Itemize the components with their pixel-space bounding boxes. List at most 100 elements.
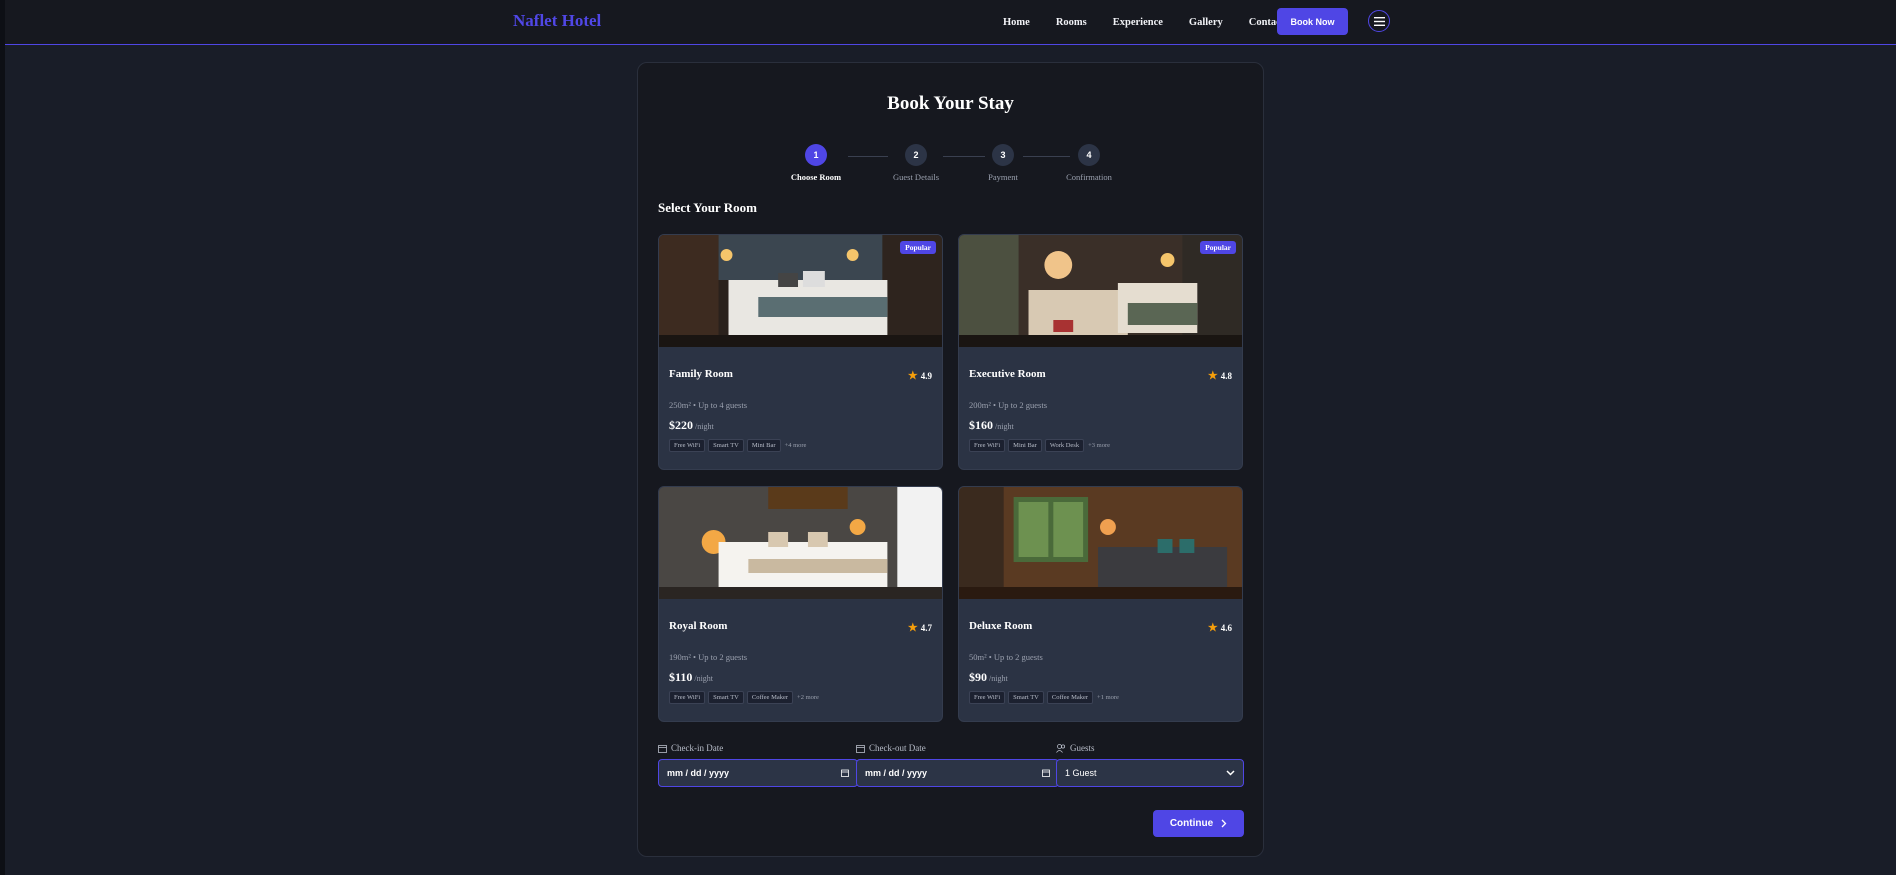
star-icon: ★ bbox=[907, 370, 918, 382]
book-now-button[interactable]: Book Now bbox=[1277, 8, 1348, 35]
nav-link-gallery[interactable]: Gallery bbox=[1189, 17, 1223, 28]
step-label: Confirmation bbox=[1066, 172, 1112, 182]
price-value: $90 bbox=[969, 670, 987, 684]
room-price: $220/night bbox=[669, 418, 714, 433]
checkin-label: Check-in Date bbox=[658, 743, 723, 753]
room-photo bbox=[959, 487, 1242, 599]
room-card-deluxe[interactable]: Deluxe Room ★ 4.6 50m² • Up to 2 guests $… bbox=[958, 486, 1243, 722]
calendar-icon bbox=[658, 744, 667, 753]
amenity-tag: Smart TV bbox=[1008, 691, 1044, 704]
step-number: 4 bbox=[1078, 144, 1100, 166]
amenity-tag: Coffee Maker bbox=[746, 691, 794, 704]
star-icon: ★ bbox=[1207, 622, 1218, 634]
continue-label: Continue bbox=[1169, 818, 1214, 829]
chevron-down-icon bbox=[1226, 770, 1235, 776]
popular-badge: Popular bbox=[900, 241, 936, 254]
users-icon bbox=[1056, 743, 1066, 753]
room-price: $160/night bbox=[969, 418, 1014, 433]
section-title: Select Your Room bbox=[658, 200, 757, 215]
checkin-value: mm / dd / yyyy bbox=[667, 768, 730, 778]
amenities-list: Free WiFi Smart TV Mini Bar +4 more bbox=[669, 439, 806, 452]
guests-value: 1 Guest bbox=[1065, 768, 1097, 778]
per-night-label: /night bbox=[694, 674, 714, 683]
amenity-tag: Free WiFi bbox=[669, 691, 706, 704]
calendar-icon bbox=[856, 744, 865, 753]
page-title: Book Your Stay bbox=[887, 93, 1014, 114]
step-number: 1 bbox=[805, 144, 827, 166]
window-edge bbox=[0, 0, 5, 875]
price-value: $220 bbox=[669, 418, 693, 432]
star-icon: ★ bbox=[907, 622, 918, 634]
room-meta: 190m² • Up to 2 guests bbox=[669, 652, 748, 662]
step-confirmation[interactable]: 4 Confirmation bbox=[1039, 144, 1139, 182]
rating-value: 4.6 bbox=[1220, 622, 1232, 633]
room-rating: ★ 4.9 bbox=[908, 369, 932, 382]
nav-link-home[interactable]: Home bbox=[1003, 17, 1030, 28]
guests-select[interactable]: 1 Guest bbox=[1056, 759, 1244, 787]
amenity-tag: Smart TV bbox=[708, 691, 744, 704]
more-amenities: +3 more bbox=[1088, 442, 1110, 449]
room-price: $110/night bbox=[669, 670, 713, 685]
room-meta: 50m² • Up to 2 guests bbox=[969, 652, 1043, 662]
checkout-value: mm / dd / yyyy bbox=[865, 768, 928, 778]
room-card-family[interactable]: Popular Family Room ★ 4.9 250m² • Up to 4… bbox=[658, 234, 943, 470]
amenity-tag: Work Desk bbox=[1044, 439, 1085, 452]
nav-links: Home Rooms Experience Gallery Contact bbox=[1003, 0, 1310, 44]
nav-link-rooms[interactable]: Rooms bbox=[1056, 17, 1087, 28]
more-amenities: +4 more bbox=[784, 442, 807, 449]
amenity-tag: Free WiFi bbox=[969, 691, 1006, 704]
price-value: $160 bbox=[969, 418, 993, 432]
amenity-tag: Free WiFi bbox=[669, 439, 706, 452]
room-rating: ★ 4.6 bbox=[1208, 621, 1232, 634]
chevron-right-icon bbox=[1221, 819, 1227, 828]
step-label: Guest Details bbox=[892, 172, 940, 182]
rating-value: 4.9 bbox=[920, 370, 932, 381]
amenities-list: Free WiFi Smart TV Coffee Maker +2 more bbox=[669, 691, 819, 704]
continue-button[interactable]: Continue bbox=[1153, 810, 1244, 837]
brand-logo[interactable]: Naflet Hotel bbox=[513, 11, 601, 31]
per-night-label: /night bbox=[995, 422, 1014, 431]
calendar-icon bbox=[1042, 769, 1050, 777]
room-rating: ★ 4.7 bbox=[908, 621, 932, 634]
step-number: 2 bbox=[905, 144, 927, 166]
checkin-label-text: Check-in Date bbox=[671, 743, 724, 753]
checkin-date-input[interactable]: mm / dd / yyyy bbox=[658, 759, 858, 787]
room-name: Executive Room bbox=[969, 368, 1046, 380]
room-price: $90/night bbox=[969, 670, 1008, 685]
amenities-list: Free WiFi Smart TV Coffee Maker +1 more bbox=[969, 691, 1119, 704]
amenity-tag: Mini Bar bbox=[746, 439, 781, 452]
menu-button[interactable] bbox=[1368, 10, 1390, 32]
room-card-royal[interactable]: Royal Room ★ 4.7 190m² • Up to 2 guests $… bbox=[658, 486, 943, 722]
room-meta: 200m² • Up to 2 guests bbox=[969, 400, 1048, 410]
step-payment[interactable]: 3 Payment bbox=[953, 144, 1053, 182]
nav-link-experience[interactable]: Experience bbox=[1113, 17, 1163, 28]
amenities-list: Free WiFi Mini Bar Work Desk +3 more bbox=[969, 439, 1110, 452]
step-label: Payment bbox=[988, 172, 1018, 182]
step-number: 3 bbox=[992, 144, 1014, 166]
amenity-tag: Smart TV bbox=[708, 439, 744, 452]
popular-badge: Popular bbox=[1200, 241, 1236, 254]
rating-value: 4.7 bbox=[920, 622, 932, 633]
more-amenities: +1 more bbox=[1097, 694, 1119, 701]
room-meta: 250m² • Up to 4 guests bbox=[669, 400, 748, 410]
rating-value: 4.8 bbox=[1220, 370, 1232, 381]
room-name: Royal Room bbox=[669, 620, 728, 632]
step-label: Choose Room bbox=[790, 172, 842, 182]
per-night-label: /night bbox=[989, 674, 1008, 683]
room-card-executive[interactable]: Popular Executive Room ★ 4.8 200m² • Up t… bbox=[958, 234, 1243, 470]
step-choose-room[interactable]: 1 Choose Room bbox=[766, 144, 866, 182]
checkout-label: Check-out Date bbox=[856, 743, 926, 753]
guests-label: Guests bbox=[1056, 743, 1095, 753]
booking-card: Book Your Stay 1 Choose Room 2 Guest Det… bbox=[637, 62, 1264, 857]
price-value: $110 bbox=[669, 670, 693, 684]
checkout-label-text: Check-out Date bbox=[869, 743, 926, 753]
room-name: Deluxe Room bbox=[969, 620, 1033, 632]
guests-label-text: Guests bbox=[1070, 743, 1095, 753]
calendar-icon bbox=[841, 769, 849, 777]
amenity-tag: Mini Bar bbox=[1008, 439, 1042, 452]
more-amenities: +2 more bbox=[797, 694, 819, 701]
step-guest-details[interactable]: 2 Guest Details bbox=[866, 144, 966, 182]
room-rating: ★ 4.8 bbox=[1208, 369, 1232, 382]
hamburger-icon bbox=[1373, 16, 1385, 26]
checkout-date-input[interactable]: mm / dd / yyyy bbox=[856, 759, 1059, 787]
